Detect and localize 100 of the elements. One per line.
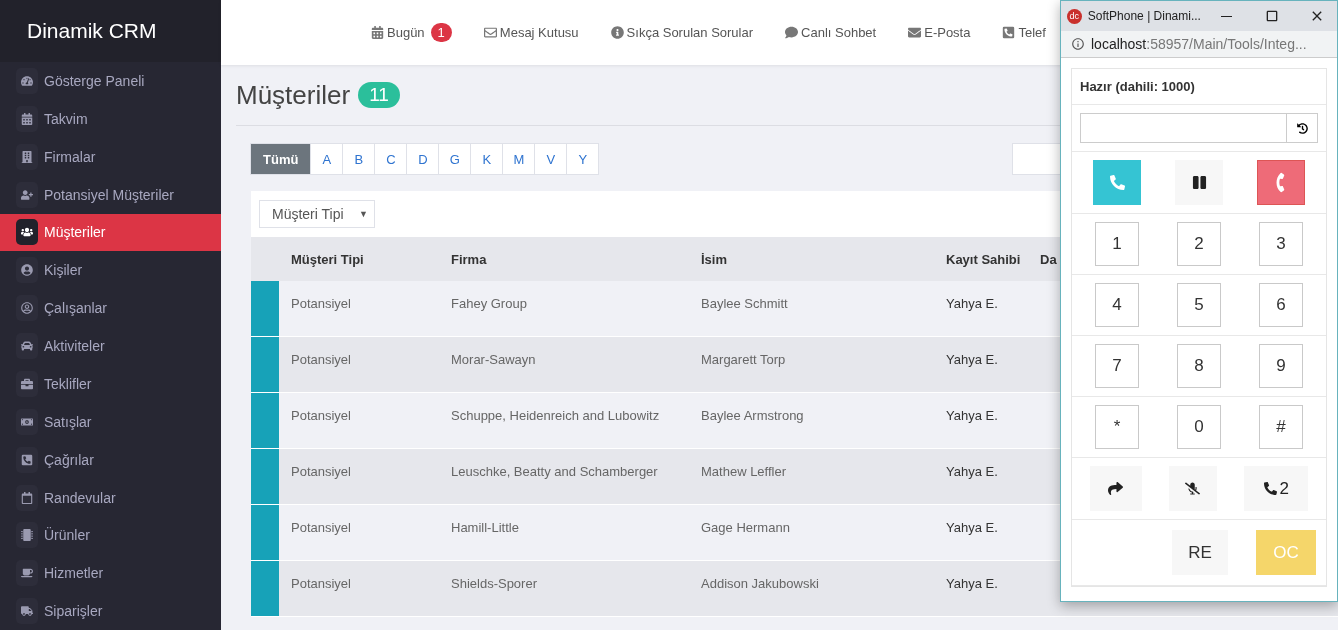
nav-link[interactable]: Canlı Sohbet (785, 25, 877, 40)
sidebar-label: Teklifler (44, 375, 92, 392)
keypad-key[interactable]: 5 (1177, 283, 1221, 327)
table-cell-text: Fahey Group (450, 295, 528, 311)
sidebar-label: Ürünler (44, 527, 90, 544)
column-header: Da (1039, 251, 1058, 267)
sidebar-label: Potansiyel Müşteriler (44, 186, 174, 203)
forward-button[interactable] (1089, 466, 1142, 511)
letter-filter-button[interactable]: A (310, 143, 344, 175)
sidebar-label: Kişiler (44, 262, 83, 279)
window-title: SoftPhone | Dinami... (1087, 9, 1201, 23)
nav-label: E-Posta (924, 25, 971, 40)
sidebar-item[interactable]: Teklifler (0, 365, 221, 403)
envelope-icon (908, 26, 922, 39)
sidebar-label: Satışlar (44, 413, 92, 430)
nav-label: Telef (1018, 25, 1046, 40)
sidebar-item[interactable]: Potansiyel Müşteriler (0, 175, 221, 214)
keypad-key[interactable]: 4 (1095, 283, 1139, 327)
page-title: Müşteriler (236, 79, 351, 111)
user-icon (16, 257, 38, 284)
status-stripe (251, 393, 279, 448)
building-icon (16, 143, 38, 170)
sidebar-item[interactable]: Aktiviteler (0, 327, 221, 365)
keypad-key[interactable]: 3 (1259, 222, 1303, 266)
table-cell-text: Yahya E. (945, 351, 999, 367)
type-dropdown[interactable]: Müşteri Tipi ▼ (259, 200, 375, 228)
letter-filter-button[interactable]: D (406, 143, 440, 175)
nav-label: Bugün (387, 25, 425, 40)
keypad-key[interactable]: 0 (1177, 405, 1221, 449)
briefcase-icon (16, 370, 38, 397)
table-cell-text: Potansiyel (290, 407, 352, 423)
table-cell-text: Schuppe, Heidenreich and Lubowitz (450, 407, 661, 423)
phone-icon (16, 446, 38, 473)
status-stripe (251, 449, 279, 504)
letter-filter-button[interactable]: Tümü (250, 143, 312, 175)
sidebar-item[interactable]: Ürünler (0, 516, 221, 555)
hangup-button[interactable] (1257, 160, 1305, 205)
minimize-icon (1221, 15, 1233, 17)
sidebar-item[interactable]: Randevular (0, 478, 221, 517)
sidebar-item[interactable]: Firmalar (0, 137, 221, 176)
status-stripe (251, 281, 279, 336)
nav-link[interactable]: Mesaj Kutusu (483, 25, 579, 40)
letter-filter-button[interactable]: M (502, 143, 536, 175)
sidebar-item[interactable]: Satışlar (0, 402, 221, 441)
letter-filter-button[interactable]: C (374, 143, 408, 175)
sidebar-item[interactable]: Müşteriler (0, 213, 221, 252)
sidebar-item[interactable]: Gösterge Paneli (0, 62, 221, 100)
pause-icon (1191, 175, 1207, 190)
sidebar-item[interactable]: Takvim (0, 100, 221, 138)
line-button[interactable]: 2 (1244, 466, 1309, 511)
letter-filter-button[interactable]: Y (566, 143, 600, 175)
sidebar-item[interactable]: Çalışanlar (0, 289, 221, 328)
status-stripe (251, 561, 279, 616)
re-button[interactable]: RE (1172, 530, 1228, 575)
keypad-key[interactable]: # (1259, 405, 1303, 449)
table-cell-text: Potansiyel (290, 575, 352, 591)
keypad-key[interactable]: 7 (1095, 344, 1139, 388)
envelope-icon (483, 26, 497, 39)
mute-icon (1185, 481, 1201, 496)
info-icon (1071, 37, 1085, 51)
sidebar-item[interactable]: Çağrılar (0, 440, 221, 479)
mute-button[interactable] (1169, 466, 1217, 511)
table-cell-text: Yahya E. (945, 519, 999, 535)
table-cell-text: Potansiyel (290, 463, 352, 479)
sidebar-label: Aktiviteler (44, 338, 105, 355)
keypad-key[interactable]: 2 (1177, 222, 1221, 266)
number-field[interactable] (1080, 113, 1318, 143)
sidebar-item[interactable]: Hizmetler (0, 554, 221, 593)
nav-link[interactable]: Telef (1002, 25, 1046, 40)
keypad-key[interactable]: 9 (1259, 344, 1303, 388)
letter-filter-button[interactable]: G (438, 143, 472, 175)
table-cell-text: Potansiyel (290, 519, 352, 535)
user-plus-icon (16, 181, 38, 208)
nav-link[interactable]: E-Posta (908, 25, 971, 40)
sidebar-item[interactable]: Siparişler (0, 592, 221, 630)
keypad-key[interactable]: 8 (1177, 344, 1221, 388)
caret-icon: ▼ (359, 209, 368, 219)
table-cell-text: Leuschke, Beatty and Schamberger (450, 463, 659, 479)
nav-link[interactable]: Bugün 1 (371, 23, 452, 42)
truck-icon (16, 598, 38, 625)
keypad-key[interactable]: 1 (1095, 222, 1139, 266)
keypad-key[interactable]: * (1095, 405, 1139, 449)
car-icon (16, 333, 38, 360)
pause-button[interactable] (1175, 160, 1223, 205)
letter-filter-button[interactable]: B (342, 143, 376, 175)
table-cell-text: Potansiyel (290, 295, 352, 311)
sidebar-item[interactable]: Kişiler (0, 251, 221, 290)
info-icon (610, 26, 624, 39)
table-cell-text: Morar-Sawayn (450, 351, 537, 367)
table-cell-text: Yahya E. (945, 407, 999, 423)
table-cell-text: Addison Jakubowski (700, 575, 820, 591)
sidebar-label: Hizmetler (44, 565, 104, 582)
keypad-key[interactable]: 6 (1259, 283, 1303, 327)
url-text: localhost:58957/Main/Tools/Integ... (1091, 36, 1307, 52)
table-cell-text: Yahya E. (945, 463, 999, 479)
letter-filter-button[interactable]: V (534, 143, 568, 175)
letter-filter-button[interactable]: K (470, 143, 504, 175)
status-text: Hazır (dahili: 1000) (1080, 79, 1195, 94)
calendar-icon (371, 26, 384, 39)
status-stripe (251, 337, 279, 392)
